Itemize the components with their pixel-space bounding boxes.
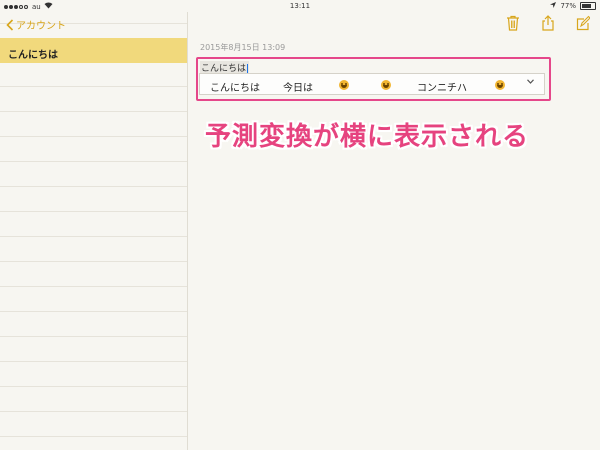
battery-icon: [580, 2, 596, 10]
annotation-caption: 予測変換が横に表示される: [205, 122, 530, 152]
share-icon[interactable]: [541, 15, 555, 31]
trash-icon[interactable]: [506, 15, 520, 31]
candidate-kyouwa[interactable]: 今日は: [283, 79, 313, 94]
status-right: 77%: [550, 2, 596, 10]
grinning-emoji-icon: [339, 80, 349, 90]
grinning-emoji-icon: [381, 80, 391, 90]
status-bar: au 13:11 77%: [0, 0, 600, 12]
candidate-emoji-2[interactable]: [381, 80, 391, 93]
candidate-emoji-3[interactable]: [495, 80, 505, 93]
candidate-emoji-1[interactable]: [339, 80, 349, 93]
candidate-konnichiha-katakana[interactable]: コンニチハ: [417, 79, 467, 94]
status-time: 13:11: [289, 2, 311, 10]
back-button-label: アカウント: [16, 21, 66, 32]
chevron-left-icon: [6, 18, 14, 31]
notes-sidebar: アカウント こんにちは: [0, 12, 188, 450]
text-cursor: [247, 63, 249, 74]
grinning-emoji-icon: [495, 80, 505, 90]
battery-percent: 77%: [560, 2, 576, 10]
chevron-down-icon[interactable]: [527, 77, 534, 86]
location-arrow-icon: [550, 2, 557, 10]
predictive-candidates-bar: こんにちは 今日は コンニチハ: [199, 73, 545, 95]
back-button[interactable]: アカウント: [6, 17, 66, 32]
candidate-konnichiwa[interactable]: こんにちは: [210, 79, 260, 94]
compose-icon[interactable]: [576, 15, 590, 31]
note-datetime: 2015年8月15日 13:09: [200, 43, 286, 52]
note-list-item-title: こんにちは: [8, 50, 58, 61]
note-list-item[interactable]: こんにちは: [0, 38, 187, 63]
